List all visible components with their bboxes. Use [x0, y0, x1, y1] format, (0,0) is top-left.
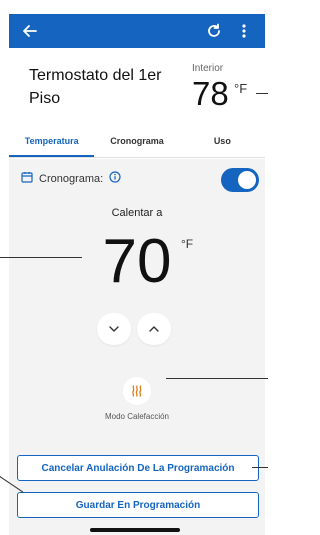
- cancel-override-button[interactable]: Cancelar Anulación De La Programación: [17, 455, 259, 481]
- chevron-down-icon: [109, 326, 119, 332]
- toggle-knob: [238, 171, 256, 189]
- home-indicator: [90, 528, 180, 532]
- heat-to-label: Calentar a: [111, 207, 163, 219]
- tab-uso[interactable]: Uso: [180, 124, 265, 157]
- info-icon[interactable]: [109, 171, 121, 186]
- indoor-temperature: 78: [192, 75, 229, 112]
- chevron-up-icon: [149, 326, 159, 332]
- decrease-button[interactable]: [97, 313, 131, 345]
- annotation-line: [0, 257, 82, 258]
- mode-label: Modo Calefacción: [104, 412, 170, 421]
- increase-button[interactable]: [137, 313, 171, 345]
- annotation-line: [252, 467, 268, 468]
- setpoint-stepper: [97, 313, 171, 345]
- arrow-left-icon[interactable]: [19, 20, 41, 42]
- more-vert-icon[interactable]: [233, 20, 255, 42]
- setpoint-unit: °F: [181, 237, 194, 251]
- heat-icon[interactable]: [123, 377, 151, 405]
- save-to-schedule-button[interactable]: Guardar En Programación: [17, 492, 259, 518]
- tab-cronograma[interactable]: Cronograma: [94, 124, 179, 157]
- app-bar: [9, 14, 265, 48]
- calendar-icon: [21, 171, 33, 186]
- annotation-line: [256, 93, 268, 94]
- schedule-toggle[interactable]: [221, 168, 259, 192]
- tab-temperatura[interactable]: Temperatura: [9, 124, 95, 157]
- setpoint-temperature: 70: [102, 227, 172, 296]
- schedule-row: Cronograma:: [21, 171, 121, 186]
- schedule-label: Cronograma:: [39, 172, 104, 185]
- tab-bar: Temperatura Cronograma Uso: [9, 124, 265, 158]
- indoor-label: Interior: [192, 63, 224, 74]
- app-bar-actions: [203, 20, 255, 42]
- device-name: Termostato del 1er Piso: [29, 67, 162, 107]
- device-header: Termostato del 1er Piso Interior 78 °F: [9, 48, 265, 120]
- annotation-line: [166, 378, 268, 379]
- indoor-temperature-unit: °F: [234, 81, 248, 96]
- temperature-panel: Cronograma: Calentar a 70 °F Modo Calefa…: [9, 159, 265, 535]
- refresh-icon[interactable]: [203, 20, 225, 42]
